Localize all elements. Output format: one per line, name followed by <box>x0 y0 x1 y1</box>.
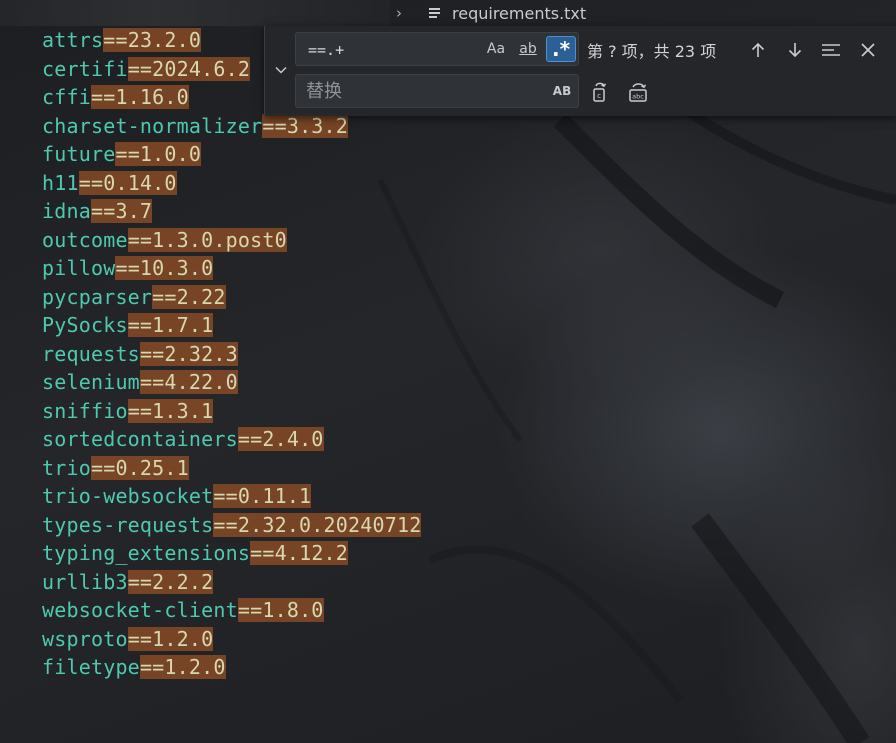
search-match-highlight: ==3.7 <box>90 199 153 223</box>
search-match-highlight: ==1.16.0 <box>90 85 189 109</box>
arrow-down-icon[interactable] <box>782 37 808 63</box>
package-name: cffi <box>42 85 91 109</box>
code-line[interactable]: websocket-client==1.8.0 <box>42 596 324 625</box>
code-line[interactable]: future==1.0.0 <box>42 140 202 169</box>
code-line[interactable]: requests==2.32.3 <box>42 340 238 369</box>
search-match-highlight: ==3.3.2 <box>262 113 349 138</box>
breadcrumb-file-name[interactable]: requirements.txt <box>452 4 586 23</box>
package-name: typing_extensions <box>42 541 251 565</box>
svg-text:c: c <box>597 92 601 100</box>
code-line[interactable]: wsproto==1.2.0 <box>42 625 214 654</box>
file-lines-icon <box>428 6 442 20</box>
search-match-highlight: ==2.2.2 <box>127 569 214 594</box>
package-name: idna <box>42 199 91 223</box>
search-match-highlight: ==2024.6.2 <box>127 56 251 81</box>
package-name: outcome <box>42 227 128 252</box>
code-line[interactable]: sniffio==1.3.1 <box>42 397 214 426</box>
code-line[interactable]: certifi==2024.6.2 <box>42 55 251 84</box>
search-match-highlight: ==2.32.3 <box>139 341 238 366</box>
chevron-down-icon[interactable] <box>271 60 291 80</box>
code-line[interactable]: filetype==1.2.0 <box>42 653 226 682</box>
match-case-toggle[interactable]: Aa <box>482 36 510 62</box>
code-line[interactable]: typing_extensions==4.12.2 <box>42 539 349 568</box>
replace-input[interactable]: 替换 AB <box>295 74 579 108</box>
code-line[interactable]: attrs==23.2.0 <box>42 26 202 55</box>
replace-icon[interactable]: c <box>587 79 613 105</box>
whole-word-toggle[interactable]: ab <box>514 36 542 62</box>
package-name: trio <box>42 455 91 480</box>
search-match-highlight: ==4.12.2 <box>250 541 349 565</box>
preserve-case-toggle[interactable]: AB <box>548 78 576 104</box>
search-match-highlight: ==1.2.0 <box>127 626 214 651</box>
search-match-highlight: ==2.4.0 <box>237 427 324 451</box>
search-match-highlight: ==2.32.0.20240712 <box>213 512 422 537</box>
search-match-highlight: ==1.7.1 <box>127 313 214 337</box>
package-name: trio-websocket <box>42 484 214 508</box>
package-name: selenium <box>42 370 140 394</box>
search-match-highlight: ==4.22.0 <box>139 370 238 394</box>
search-match-highlight: ==2.22 <box>152 284 226 309</box>
search-match-highlight: ==1.8.0 <box>237 598 324 622</box>
replace-all-icon[interactable]: abc <box>626 79 652 105</box>
search-match-highlight: ==0.25.1 <box>90 455 189 480</box>
close-icon[interactable] <box>855 37 881 63</box>
code-line[interactable]: PySocks==1.7.1 <box>42 311 214 340</box>
search-match-highlight: ==0.11.1 <box>213 484 312 508</box>
find-replace-widget: ==.+ Aa ab .* 第 ? 项，共 23 项 替换 AB c abc <box>264 26 896 116</box>
find-in-selection-icon[interactable] <box>818 37 844 63</box>
code-line[interactable]: trio-websocket==0.11.1 <box>42 482 312 511</box>
package-name: filetype <box>42 655 140 679</box>
svg-text:abc: abc <box>632 93 644 101</box>
search-match-highlight: ==1.3.1 <box>127 398 214 423</box>
package-name: wsproto <box>42 626 128 651</box>
code-line[interactable]: outcome==1.3.0.post0 <box>42 226 287 255</box>
search-match-highlight: ==0.14.0 <box>78 170 177 195</box>
match-count: 第 ? 项，共 23 项 <box>587 42 717 61</box>
search-match-highlight: ==10.3.0 <box>115 256 214 280</box>
find-input[interactable]: ==.+ Aa ab .* <box>295 32 579 66</box>
regex-toggle[interactable]: .* <box>546 36 576 62</box>
code-line[interactable]: urllib3==2.2.2 <box>42 568 214 597</box>
package-name: sortedcontainers <box>42 427 238 451</box>
package-name: future <box>42 142 116 166</box>
search-match-highlight: ==1.2.0 <box>139 655 226 679</box>
code-line[interactable]: pycparser==2.22 <box>42 283 226 312</box>
code-line[interactable]: sortedcontainers==2.4.0 <box>42 425 324 454</box>
code-line[interactable]: pillow==10.3.0 <box>42 254 214 283</box>
breadcrumb: › requirements.txt <box>392 0 586 26</box>
code-line[interactable]: h11==0.14.0 <box>42 169 177 198</box>
package-name: pycparser <box>42 284 153 309</box>
chevron-right-icon: › <box>396 4 402 22</box>
package-name: websocket-client <box>42 598 238 622</box>
code-line[interactable]: types-requests==2.32.0.20240712 <box>42 511 422 540</box>
package-name: h11 <box>42 170 79 195</box>
code-line[interactable]: idna==3.7 <box>42 197 153 226</box>
package-name: pillow <box>42 256 116 280</box>
search-match-highlight: ==1.3.0.post0 <box>127 227 287 252</box>
arrow-up-icon[interactable] <box>745 37 771 63</box>
package-name: requests <box>42 341 140 366</box>
package-name: certifi <box>42 56 128 81</box>
package-name: attrs <box>42 28 104 52</box>
package-name: urllib3 <box>42 569 128 594</box>
package-name: charset-normalizer <box>42 113 263 138</box>
search-match-highlight: ==1.0.0 <box>115 142 202 166</box>
package-name: sniffio <box>42 398 128 423</box>
replace-placeholder: 替换 <box>306 81 342 102</box>
search-match-highlight: ==23.2.0 <box>103 28 202 52</box>
code-line[interactable]: cffi==1.16.0 <box>42 83 189 112</box>
package-name: types-requests <box>42 512 214 537</box>
code-line[interactable]: selenium==4.22.0 <box>42 368 238 397</box>
code-line[interactable]: trio==0.25.1 <box>42 454 189 483</box>
package-name: PySocks <box>42 313 128 337</box>
tab-strip <box>0 0 390 26</box>
find-input-value[interactable]: ==.+ <box>308 33 344 67</box>
